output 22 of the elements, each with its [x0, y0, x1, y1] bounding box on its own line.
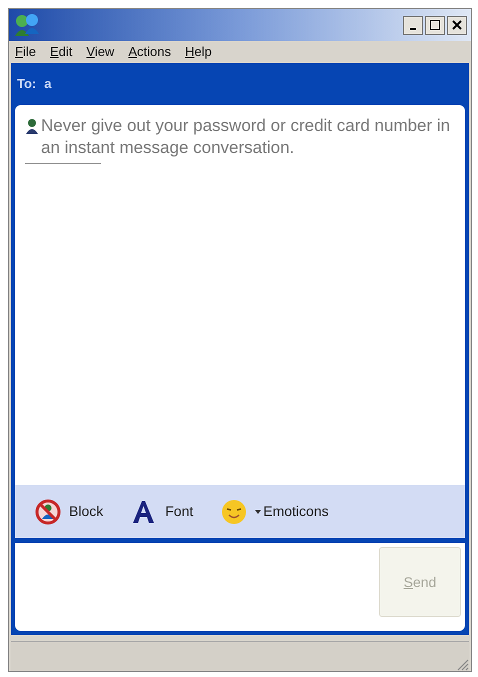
menu-item[interactable]: Edit [50, 42, 72, 62]
maximize-icon [430, 20, 440, 30]
person-icon [25, 118, 39, 134]
block-button[interactable]: Block [35, 498, 104, 524]
close-button[interactable] [447, 16, 467, 34]
maximize-button[interactable] [425, 16, 445, 34]
message-input[interactable] [15, 543, 375, 631]
minimize-button[interactable] [403, 16, 423, 34]
font-button[interactable]: Font [131, 498, 194, 524]
close-icon [452, 20, 462, 30]
emoticons-button[interactable]: Emoticons [221, 498, 329, 524]
smiley-icon [221, 498, 248, 524]
menu-item[interactable]: View [86, 42, 114, 62]
recipient-name: a [44, 75, 52, 94]
to-label: To: [17, 75, 36, 94]
blocked-person-icon [35, 498, 61, 524]
dropdown-arrow-icon [255, 510, 262, 514]
security-notice: Never give out your password or credit card number in an instant message conversation. [41, 115, 452, 159]
menu-item[interactable]: Help [184, 42, 212, 62]
minimize-icon [410, 28, 416, 30]
menu-item[interactable]: Actions [128, 42, 171, 62]
menu-item[interactable]: File [15, 42, 36, 62]
